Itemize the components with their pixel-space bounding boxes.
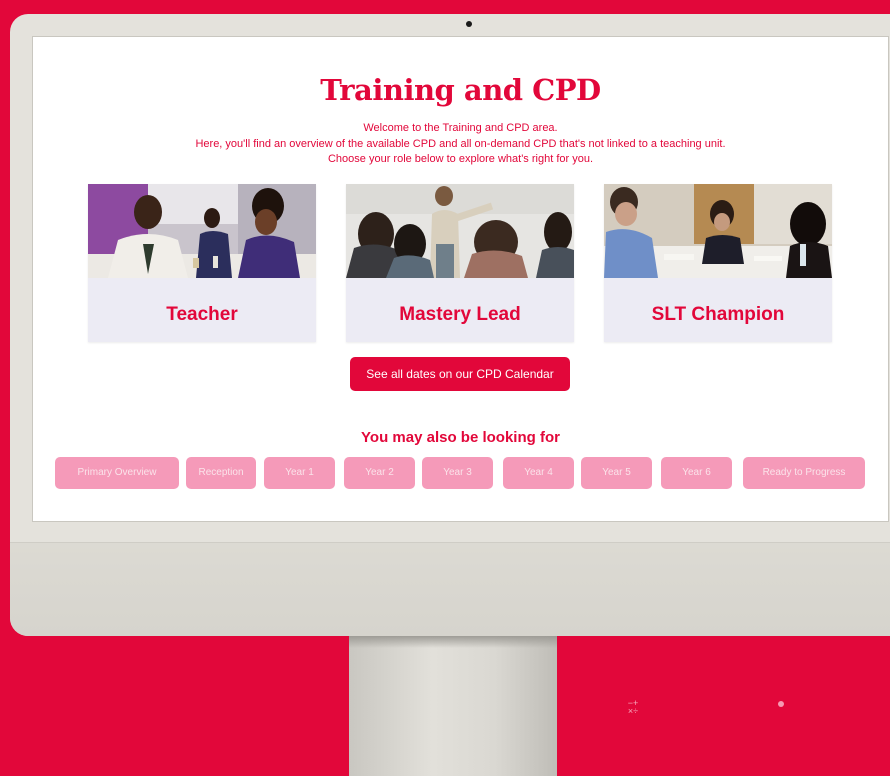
monitor-screen: Training and CPD Welcome to the Training… bbox=[32, 36, 889, 522]
teacher-classroom-photo bbox=[88, 184, 316, 278]
meeting-table-photo bbox=[604, 184, 832, 278]
page-title: Training and CPD bbox=[320, 73, 601, 107]
monitor-stand bbox=[349, 636, 557, 776]
link-year-5[interactable]: Year 5 bbox=[581, 457, 652, 489]
link-year-2[interactable]: Year 2 bbox=[344, 457, 415, 489]
role-card-mastery-lead[interactable]: Mastery Lead bbox=[346, 184, 574, 342]
intro-line-2: Here, you'll find an overview of the ava… bbox=[195, 137, 726, 150]
link-primary-overview[interactable]: Primary Overview bbox=[55, 457, 179, 489]
link-year-6[interactable]: Year 6 bbox=[661, 457, 732, 489]
decorative-dot bbox=[778, 701, 784, 707]
link-reception[interactable]: Reception bbox=[186, 457, 256, 489]
camera-dot bbox=[466, 21, 472, 27]
intro-line-1: Welcome to the Training and CPD area. bbox=[363, 122, 558, 134]
monitor-frame: Training and CPD Welcome to the Training… bbox=[10, 14, 890, 636]
role-cards: Teacher Mastery Lead SLT Champion bbox=[88, 184, 833, 344]
monitor-chin bbox=[10, 542, 890, 636]
intro-text: Welcome to the Training and CPD area. He… bbox=[33, 121, 888, 168]
role-card-teacher[interactable]: Teacher bbox=[88, 184, 316, 342]
link-year-4[interactable]: Year 4 bbox=[503, 457, 574, 489]
math-symbols-icon: −+ ×÷ bbox=[627, 698, 639, 716]
intro-line-3: Choose your role below to explore what's… bbox=[327, 153, 593, 165]
role-label-slt-champion: SLT Champion bbox=[651, 304, 785, 325]
link-ready-to-progress[interactable]: Ready to Progress bbox=[743, 457, 865, 489]
role-label-teacher: Teacher bbox=[166, 304, 238, 325]
link-year-1[interactable]: Year 1 bbox=[264, 457, 335, 489]
role-card-slt-champion[interactable]: SLT Champion bbox=[604, 184, 832, 342]
also-looking-heading: You may also be looking for bbox=[361, 429, 560, 446]
role-label-mastery-lead: Mastery Lead bbox=[399, 304, 521, 325]
link-year-3[interactable]: Year 3 bbox=[422, 457, 493, 489]
stand-shadow bbox=[349, 636, 557, 648]
cpd-calendar-button[interactable]: See all dates on our CPD Calendar bbox=[350, 357, 570, 391]
presenter-training-photo bbox=[346, 184, 574, 278]
